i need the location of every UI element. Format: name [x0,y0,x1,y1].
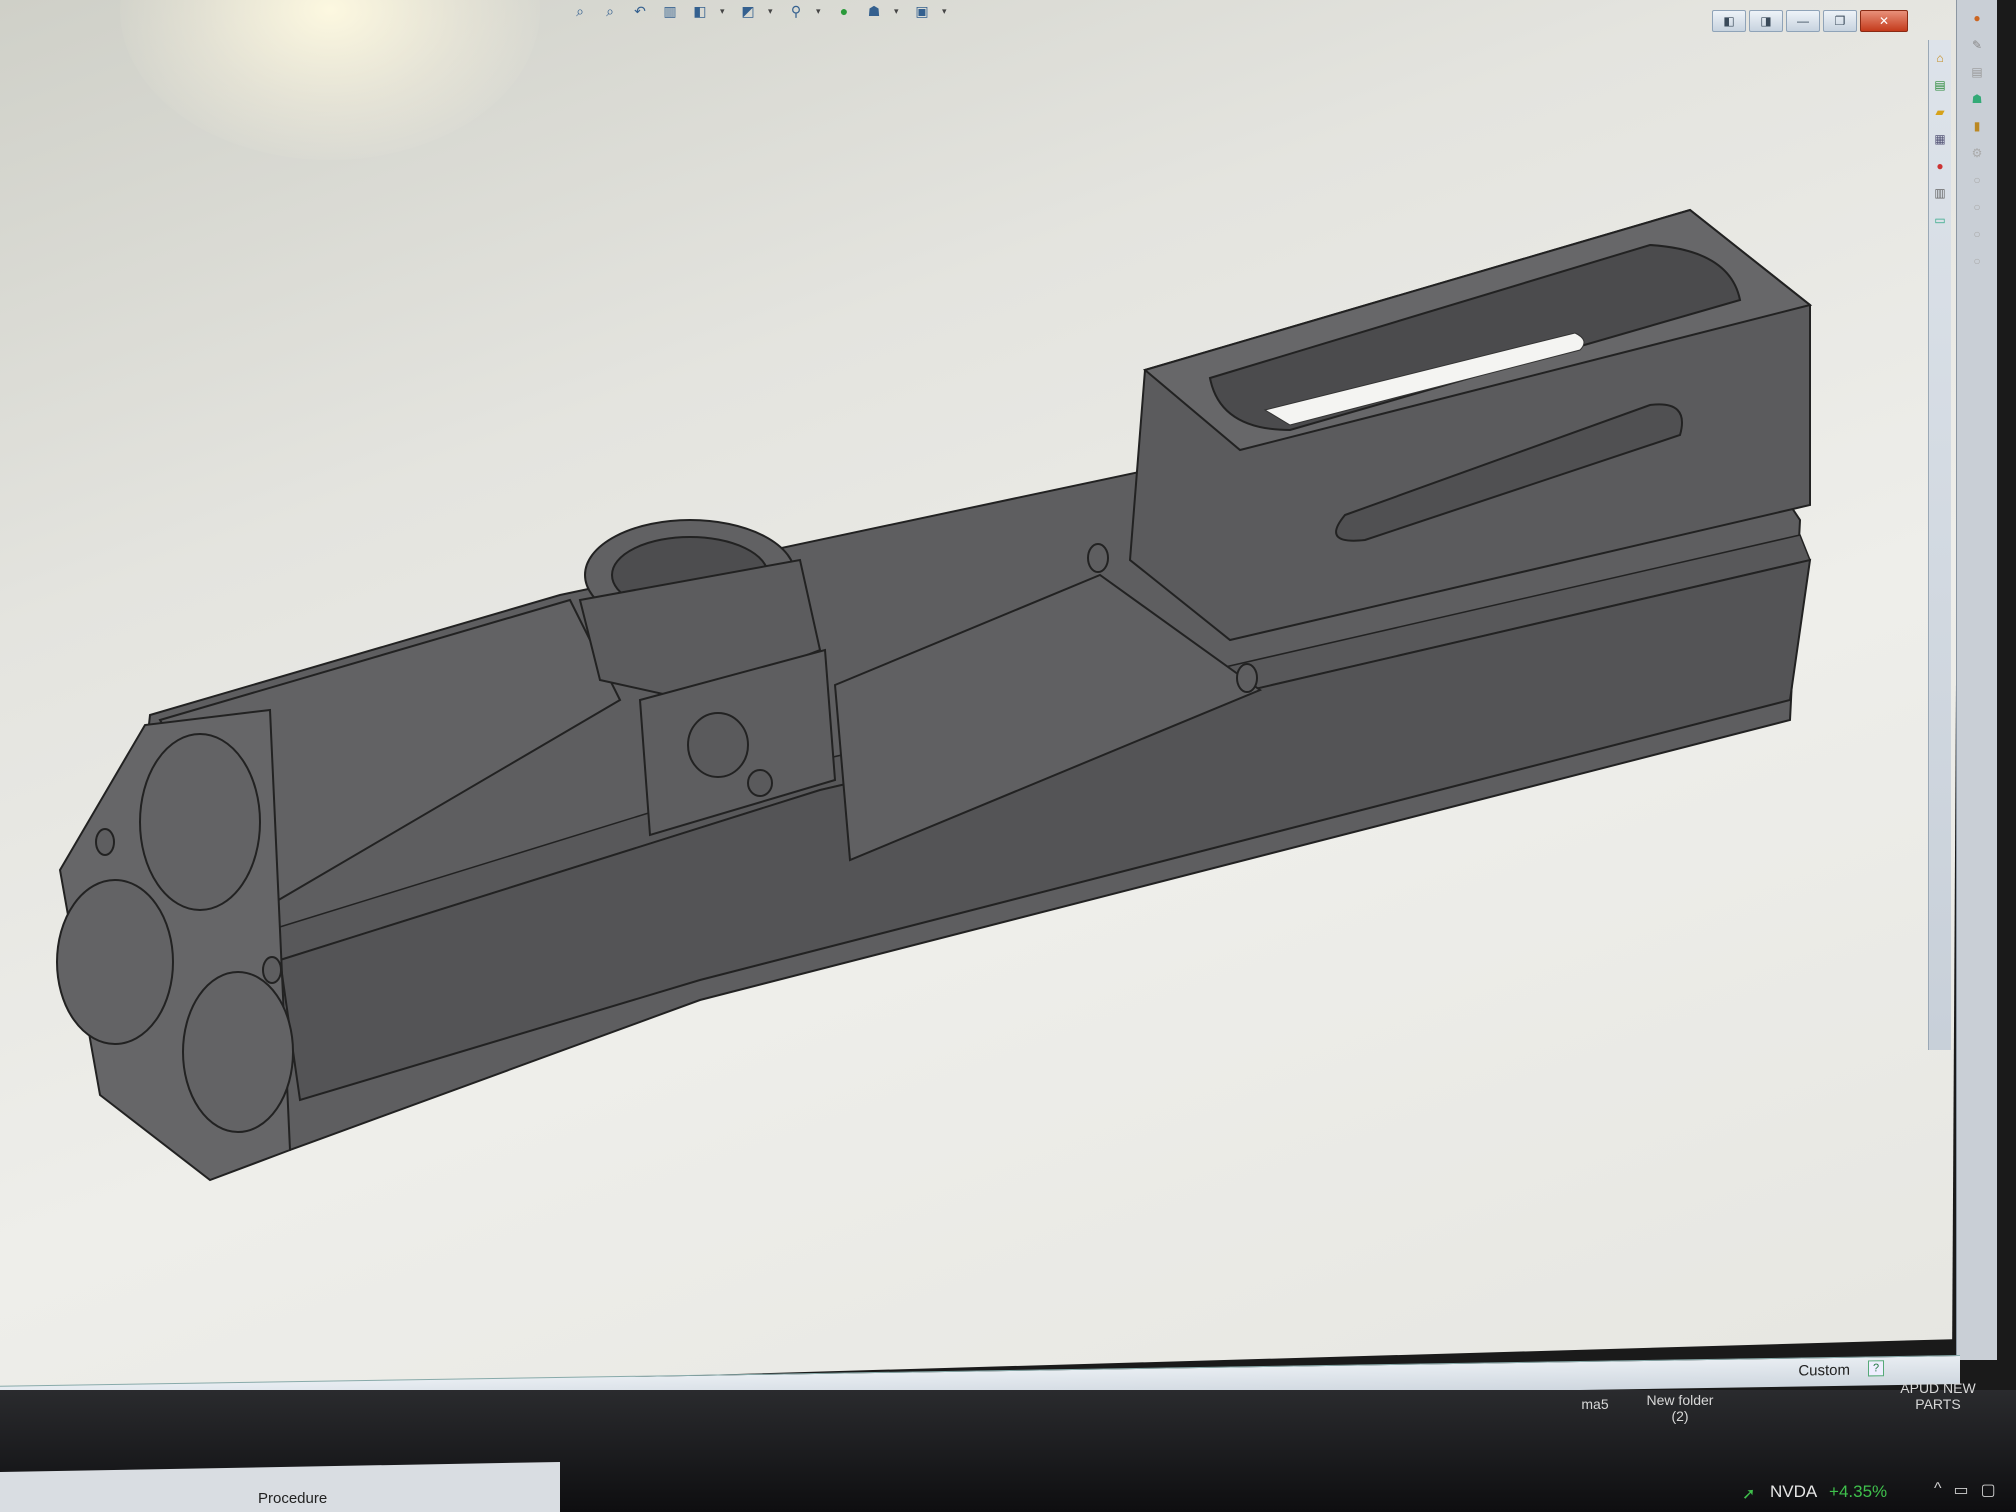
file-explorer-icon[interactable]: ▰ [1931,103,1949,121]
hide-show-items-icon[interactable]: ⚲ [786,2,806,20]
settings-icon[interactable]: ⚙ [1968,144,1986,162]
layers-icon[interactable]: ▤ [1968,63,1986,81]
appearances-icon[interactable]: ● [1931,157,1949,175]
circle-icon[interactable]: ○ [1968,198,1986,216]
cad-model-receiver[interactable] [0,0,1960,1395]
barrel-bore-right [182,971,294,1133]
unit-system-select[interactable]: Custom [1798,1362,1850,1380]
minimize-button[interactable]: — [1786,10,1820,32]
mount-hole-small [747,769,773,797]
ticker-symbol: NVDA [1770,1482,1817,1501]
circle-icon[interactable]: ○ [1968,225,1986,243]
display-icon[interactable]: ▢ [1981,1480,1996,1500]
desktop-icon-label[interactable]: ma5 [1560,1396,1630,1412]
tile-right-button[interactable]: ◨ [1749,10,1783,32]
barrel-bore-left [56,879,174,1045]
solidworks-forum-icon[interactable]: ▭ [1931,211,1949,229]
mount-hole-large [687,712,749,778]
chevron-down-icon[interactable]: ▾ [942,6,950,17]
desktop-icon-label[interactable]: APUD NEW PARTS [1890,1380,1986,1412]
stock-ticker[interactable]: NVDA +4.35% [1770,1482,1887,1502]
database-icon[interactable]: ▮ [1968,117,1986,135]
task-pane-toolbar: ⌂ ▤ ▰ ▦ ● ▥ ▭ [1928,40,1951,1050]
circle-icon[interactable]: ○ [1968,252,1986,270]
custom-properties-icon[interactable]: ▥ [1931,184,1949,202]
edit-appearance-icon[interactable]: ● [834,2,854,20]
chevron-down-icon[interactable]: ▾ [894,6,902,17]
view-settings-icon[interactable]: ▣ [912,2,932,20]
design-library-icon[interactable]: ▤ [1931,76,1949,94]
close-button[interactable]: ✕ [1860,10,1908,32]
background-window-label: Procedure [258,1490,328,1507]
tile-left-button[interactable]: ◧ [1712,10,1746,32]
previous-view-icon[interactable]: ↶ [630,2,650,20]
help-icon[interactable]: ? [1868,1360,1884,1377]
view-orientation-icon[interactable]: ◧ [690,2,710,20]
display-style-icon[interactable]: ◩ [738,2,758,20]
zoom-to-fit-icon[interactable]: ⌕ [570,2,590,20]
rail-pin-rear [1236,663,1258,693]
restore-button[interactable]: ❐ [1823,10,1857,32]
system-tray: ^ ▭ ▢ [1934,1480,1996,1500]
desktop-icon-label[interactable]: New folder (2) [1632,1392,1728,1424]
appearance-ball-icon[interactable]: ● [1968,9,1986,27]
secondary-icon-column: ● ✎ ▤ ☗ ▮ ⚙ ○ ○ ○ ○ [1956,0,1997,1360]
apply-scene-icon[interactable]: ☗ [864,2,884,20]
rail-pin-mid [1087,543,1109,573]
stock-up-arrow-icon: ➚ [1742,1486,1756,1503]
solidworks-resources-icon[interactable]: ⌂ [1931,49,1949,67]
chevron-down-icon[interactable]: ▾ [768,6,776,17]
section-view-icon[interactable]: ▥ [660,2,680,20]
view-palette-icon[interactable]: ▦ [1931,130,1949,148]
window-controls: ◧ ◨ — ❐ ✕ [1712,10,1908,32]
chevron-up-icon[interactable]: ^ [1934,1480,1942,1500]
graphics-area[interactable]: ⌕ ⌕ ↶ ▥ ◧ ▾ ◩ ▾ ⚲ ▾ ● ☗ ▾ ▣ ▾ ◧ ◨ — ❐ ✕ … [0,0,1960,1395]
barrel-bore-top [139,733,261,911]
zoom-area-icon[interactable]: ⌕ [600,2,620,20]
front-pin-right [262,956,282,984]
tool-icon[interactable]: ✎ [1968,36,1986,54]
chevron-down-icon[interactable]: ▾ [720,6,728,17]
heads-up-view-toolbar: ⌕ ⌕ ↶ ▥ ◧ ▾ ◩ ▾ ⚲ ▾ ● ☗ ▾ ▣ ▾ [570,0,950,22]
front-pin-left [95,828,115,856]
chevron-down-icon[interactable]: ▾ [816,6,824,17]
ticker-change: +4.35% [1829,1482,1888,1501]
circle-icon[interactable]: ○ [1968,171,1986,189]
scene-icon[interactable]: ☗ [1968,90,1986,108]
monitor-screen: ⌕ ⌕ ↶ ▥ ◧ ▾ ◩ ▾ ⚲ ▾ ● ☗ ▾ ▣ ▾ ◧ ◨ — ❐ ✕ … [0,0,2016,1512]
network-icon[interactable]: ▭ [1954,1480,1969,1500]
